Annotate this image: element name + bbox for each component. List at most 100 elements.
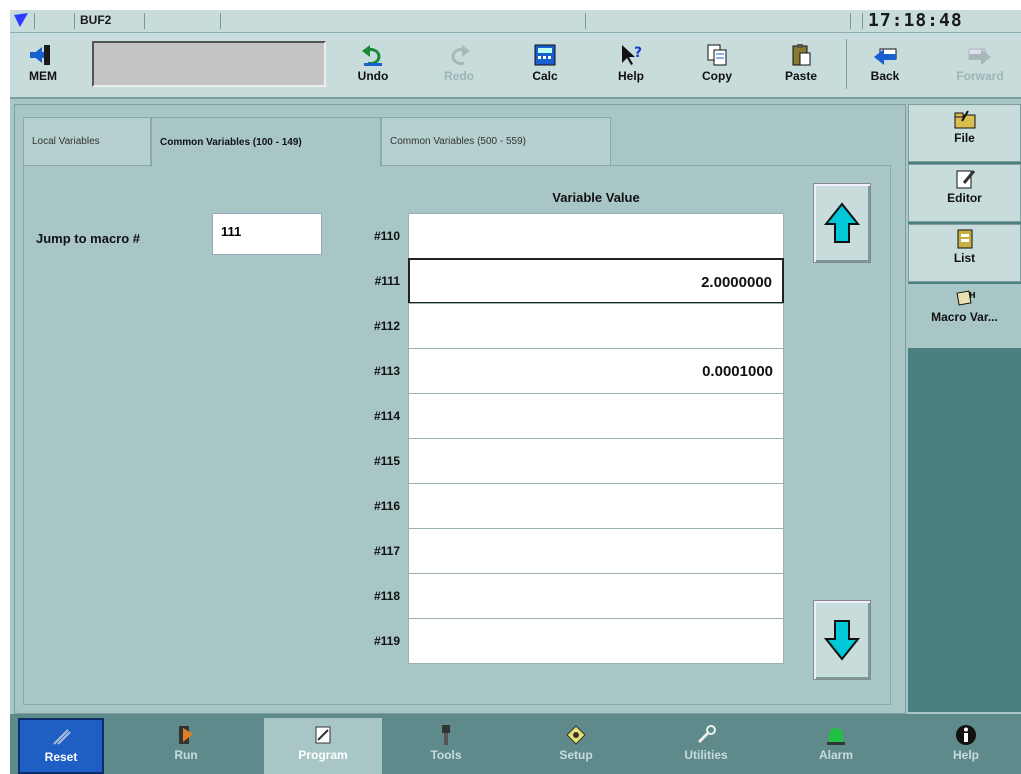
alarm-light-icon <box>827 728 845 745</box>
help-bottom-label: Help <box>952 748 979 762</box>
setup-button[interactable]: Setup <box>526 718 626 774</box>
table-row: #116 <box>374 483 784 529</box>
bottom-bar: Reset Run Program Tools Setup Utilities … <box>10 714 1021 774</box>
up-arrow-icon <box>823 202 861 243</box>
table-row: #118 <box>374 573 784 619</box>
info-icon <box>956 725 976 745</box>
nav-editor[interactable]: Editor <box>908 164 1021 222</box>
row-label: #111 <box>374 274 400 288</box>
calc-label: Calc <box>532 69 558 83</box>
variable-table: #110 #111 2.0000000 #112 #113 0.0001000 #1… <box>374 213 784 664</box>
cnc-screen: BUF2 17:18:48 MEM Undo Redo Calc ? Help <box>10 10 1021 774</box>
table-row: #113 0.0001000 <box>374 348 784 394</box>
run-icon <box>179 726 193 744</box>
row-label: #110 <box>373 229 400 243</box>
tab-label: Local Variables <box>32 136 100 147</box>
value-cell[interactable] <box>408 393 784 439</box>
mem-label: MEM <box>29 69 57 83</box>
logo-icon <box>14 13 28 27</box>
tools-button[interactable]: Tools <box>396 718 496 774</box>
reset-slash-icon <box>53 729 71 745</box>
title-bar: BUF2 17:18:48 <box>10 10 1021 33</box>
undo-label: Undo <box>357 69 389 83</box>
mem-button[interactable]: MEM <box>18 37 68 93</box>
nav-macro-variables[interactable]: H Macro Var... <box>908 284 1021 348</box>
copy-button[interactable]: Copy <box>688 37 746 93</box>
help-pointer-icon: ? <box>622 45 642 65</box>
undo-icon <box>362 45 382 66</box>
macro-scroll-icon: H <box>955 290 976 306</box>
value-cell-selected[interactable]: 2.0000000 <box>408 258 784 304</box>
utilities-button[interactable]: Utilities <box>656 718 756 774</box>
value-cell[interactable] <box>408 573 784 619</box>
redo-button[interactable]: Redo <box>430 37 488 93</box>
value-cell[interactable] <box>408 303 784 349</box>
reset-label: Reset <box>44 750 78 764</box>
nav-list-label: List <box>953 251 976 265</box>
table-row: #117 <box>374 528 784 574</box>
program-label: Program <box>298 748 348 762</box>
nav-editor-label: Editor <box>947 191 982 205</box>
back-arrow-icon <box>874 48 897 65</box>
redo-icon <box>451 45 470 65</box>
table-row: #114 <box>374 393 784 439</box>
value-cell[interactable] <box>408 438 784 484</box>
variable-value-header: Variable Value <box>552 190 640 205</box>
run-label: Run <box>174 748 198 762</box>
toolbar: MEM Undo Redo Calc ? Help Copy Paste Bac… <box>10 33 1021 99</box>
tab-common-variables-100[interactable]: Common Variables (100 - 149) <box>151 117 381 167</box>
table-row: #119 <box>374 618 784 664</box>
tools-label: Tools <box>430 748 462 762</box>
setup-icon <box>566 725 586 745</box>
copy-icon <box>707 44 727 66</box>
down-arrow-icon <box>823 620 861 661</box>
svg-text:H: H <box>969 291 976 300</box>
nav-list[interactable]: List <box>908 224 1021 282</box>
program-button[interactable]: Program <box>264 718 382 774</box>
value-cell[interactable] <box>408 483 784 529</box>
help-bottom-button[interactable]: Help <box>916 718 1016 774</box>
row-label: #118 <box>373 589 400 603</box>
folder-icon <box>954 110 975 129</box>
mem-field[interactable] <box>92 41 326 87</box>
row-label: #117 <box>373 544 400 558</box>
tab-common-variables-500[interactable]: Common Variables (500 - 559) <box>381 117 611 165</box>
value-cell[interactable] <box>408 213 784 259</box>
row-label: #113 <box>373 364 400 378</box>
forward-arrow-icon <box>968 48 991 65</box>
utilities-label: Utilities <box>684 748 728 762</box>
right-nav: File Editor List H Macro Var... <box>908 104 1021 712</box>
run-button[interactable]: Run <box>136 718 236 774</box>
tab-local-variables[interactable]: Local Variables <box>23 117 151 165</box>
nav-macro-label: Macro Var... <box>931 310 998 324</box>
reset-button[interactable]: Reset <box>18 718 104 774</box>
back-button[interactable]: Back <box>856 37 914 93</box>
calc-button[interactable]: Calc <box>516 37 574 93</box>
list-icon <box>957 229 972 249</box>
value-cell[interactable]: 0.0001000 <box>408 348 784 394</box>
table-row: #115 <box>374 438 784 484</box>
table-row: #111 2.0000000 <box>375 258 784 304</box>
setup-label: Setup <box>559 748 593 762</box>
jump-macro-input[interactable]: 111 <box>212 213 322 255</box>
jump-label: Jump to macro # <box>36 231 141 246</box>
nav-file[interactable]: File <box>908 104 1021 162</box>
row-label: #119 <box>373 634 400 648</box>
value-cell[interactable] <box>408 618 784 664</box>
program-icon <box>315 726 331 744</box>
tools-icon <box>442 725 450 745</box>
help-button[interactable]: ? Help <box>602 37 660 93</box>
scroll-up-button[interactable] <box>813 183 871 263</box>
value-cell[interactable] <box>408 528 784 574</box>
mode-label: BUF2 <box>80 13 112 27</box>
row-label: #115 <box>373 454 400 468</box>
clock: 17:18:48 <box>868 10 963 31</box>
paste-button[interactable]: Paste <box>772 37 830 93</box>
alarm-button[interactable]: Alarm <box>786 718 886 774</box>
table-row: #110 <box>374 213 784 259</box>
undo-button[interactable]: Undo <box>344 37 402 93</box>
row-label: #114 <box>373 409 400 423</box>
copy-label: Copy <box>702 69 732 83</box>
forward-button[interactable]: Forward <box>940 37 1020 93</box>
scroll-down-button[interactable] <box>813 600 871 680</box>
